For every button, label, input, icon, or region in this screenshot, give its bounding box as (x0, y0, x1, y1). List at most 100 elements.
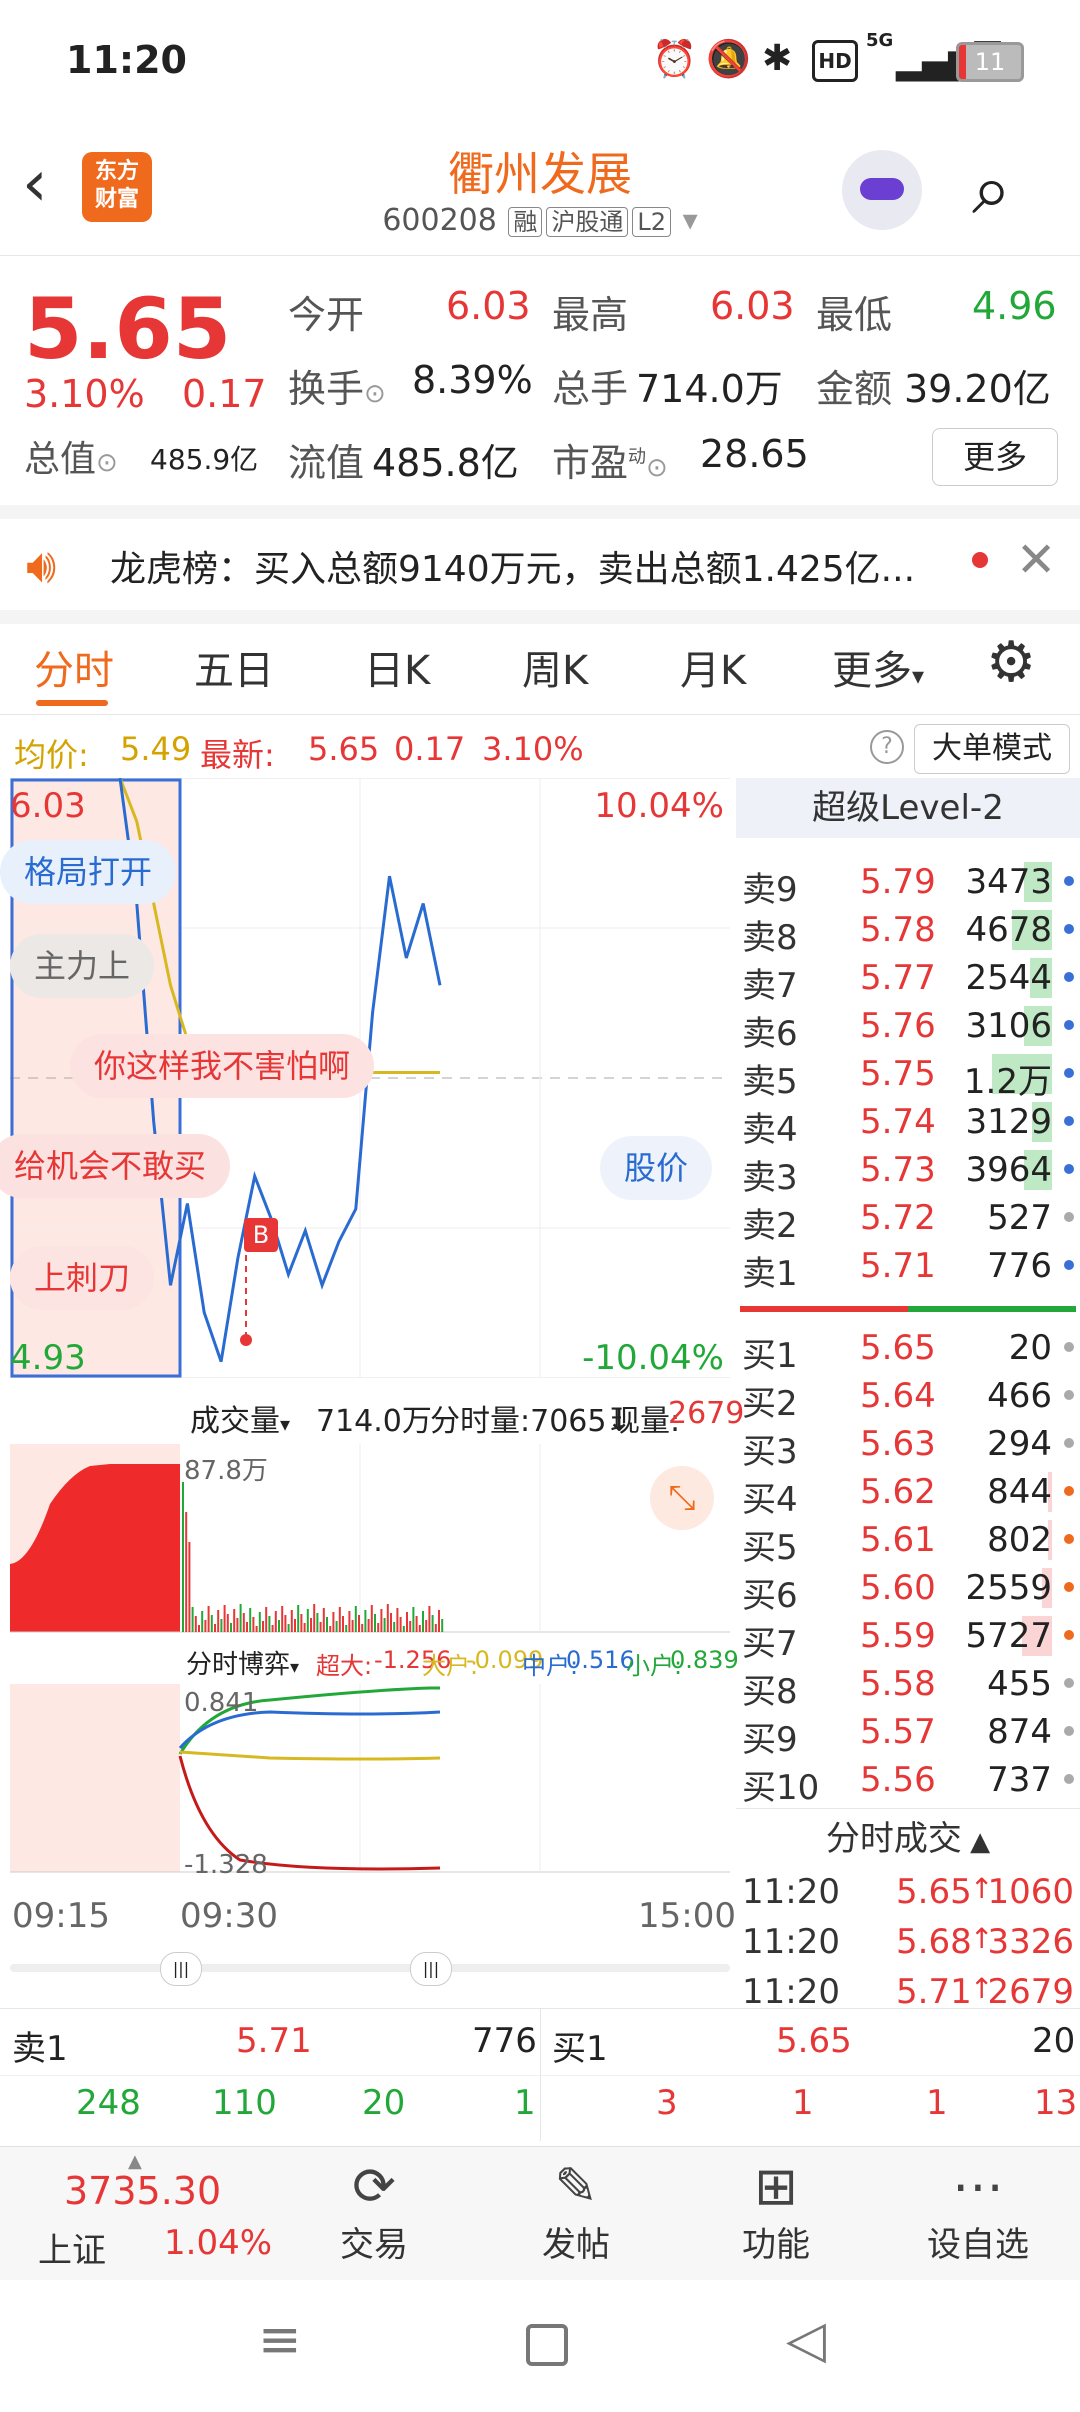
market-cap-label[interactable]: 总值⊙ (24, 430, 118, 482)
order-level-label: 买1 (742, 1336, 798, 1376)
bid-row[interactable]: 买10 5.56 737 (736, 1756, 1080, 1808)
pe-super: 动 (628, 446, 647, 468)
order-volume: 3473 (965, 862, 1052, 902)
volume-bar (274, 1611, 277, 1632)
tab-monthly-k[interactable]: 月K (680, 638, 746, 696)
time-scrollbar[interactable] (10, 1964, 730, 1972)
tab-underline (36, 700, 108, 706)
volume-bar (242, 1613, 245, 1632)
capital-game-header: 分时博弈▾ 超大: -1.256 大户: -0.099 中户: 0.516 小户… (10, 1636, 739, 1682)
ask-row[interactable]: 卖5 5.75 1.2万 (736, 1050, 1080, 1102)
order-dot (1064, 1342, 1074, 1352)
info-icon[interactable]: ⊙ (364, 379, 386, 409)
menu-icon[interactable]: ≡ (258, 2310, 302, 2370)
bid-row[interactable]: 买1 5.65 20 (736, 1324, 1080, 1376)
order-dot (1064, 1260, 1074, 1270)
comment-bubble[interactable]: 你这样我不害怕啊 (70, 1034, 375, 1098)
ask-row[interactable]: 卖7 5.77 2544 (736, 954, 1080, 1006)
tick-price: 5.71 (896, 1972, 972, 2012)
low-marker (240, 1334, 252, 1346)
dragon-tiger-banner[interactable]: 🔊︎ 龙虎榜：买入总额9140万元，卖出总额1.425亿... ✕ (0, 520, 1080, 624)
bid-row[interactable]: 买4 5.62 844 (736, 1468, 1080, 1520)
help-icon[interactable]: ? (870, 730, 904, 764)
bid-row[interactable]: 买6 5.60 2559 (736, 1564, 1080, 1616)
volume-bar (313, 1604, 316, 1632)
order-dot (1064, 1116, 1074, 1126)
ticks-title[interactable]: 分时成交 ▲ (736, 1808, 1080, 1865)
tab-five-day[interactable]: 五日 (194, 638, 274, 696)
gear-icon[interactable]: ⚙ (986, 630, 1036, 695)
dropdown-icon[interactable]: ▾ (683, 203, 698, 238)
order-level-label: 卖5 (742, 1062, 798, 1102)
robot-avatar-icon[interactable] (842, 150, 922, 230)
bid-row[interactable]: 买8 5.58 455 (736, 1660, 1080, 1712)
tab-intraday[interactable]: 分时 (34, 638, 114, 696)
order-price: 5.79 (860, 862, 936, 902)
ask-row[interactable]: 卖8 5.78 4678 (736, 906, 1080, 958)
battery-icon: 11 (956, 42, 1024, 82)
home-icon[interactable] (526, 2324, 568, 2366)
comment-bubble[interactable]: 给机会不敢买 (0, 1134, 231, 1198)
capital-game-selector[interactable]: 分时博弈▾ (186, 1644, 299, 1681)
volume-bar (306, 1609, 309, 1632)
game-top-value: 0.841 (184, 1688, 259, 1718)
volume-selector[interactable]: 成交量▾ (190, 1396, 290, 1440)
margin-tag: 融 (508, 207, 543, 237)
volume-bar (434, 1624, 437, 1632)
bid-row[interactable]: 买2 5.64 466 (736, 1372, 1080, 1424)
comment-bubble[interactable]: 上刺刀 (10, 1246, 155, 1310)
nav-add-watchlist[interactable]: ⋯ 设自选 (878, 2147, 1078, 2281)
ask-row[interactable]: 卖4 5.74 3129 (736, 1098, 1080, 1150)
caret-up-icon: ▲ (961, 1827, 991, 1857)
close-icon[interactable]: ✕ (1016, 532, 1056, 588)
level2-panel[interactable]: 超级Level-2 卖9 5.79 3473 卖8 5.78 4678 卖7 5.77 2544… (736, 778, 1080, 2012)
nav-trade[interactable]: ⟳ 交易 (274, 2147, 474, 2281)
avg-label: 均价: (14, 736, 89, 774)
bid-row[interactable]: 买7 5.59 5727 (736, 1612, 1080, 1664)
order-volume: 3106 (965, 1006, 1052, 1046)
tab-daily-k[interactable]: 日K (364, 638, 430, 696)
ask-row[interactable]: 卖9 5.79 3473 (736, 858, 1080, 910)
ask-row[interactable]: 卖6 5.76 3106 (736, 1002, 1080, 1054)
game-bottom-value: -1.328 (184, 1850, 268, 1880)
turnover-label[interactable]: 换手⊙ (288, 358, 386, 413)
pe-label[interactable]: 市盈动⊙ (552, 432, 668, 487)
tab-weekly-k[interactable]: 周K (522, 638, 588, 696)
comment-bubble[interactable]: 股价 (600, 1136, 713, 1200)
scroll-handle-right[interactable]: ||| (410, 1952, 452, 1986)
back-nav-icon[interactable]: ◁ (786, 2310, 826, 2370)
search-icon[interactable]: ⌕ (972, 148, 1011, 231)
comment-bubble[interactable]: 主力上 (10, 934, 155, 998)
bid-row[interactable]: 买5 5.61 802 (736, 1516, 1080, 1568)
ask-row[interactable]: 卖1 5.71 776 (736, 1242, 1080, 1294)
nav-functions[interactable]: ⊞ 功能 (676, 2147, 876, 2281)
info-icon[interactable]: ⊙ (646, 453, 668, 483)
buy-marker-icon[interactable]: B (244, 1218, 278, 1252)
tab-more[interactable]: 更多▾ (832, 638, 924, 696)
order-price: 5.74 (860, 1102, 936, 1142)
tick-row: 11:20 5.65 ↑ 1060 (736, 1868, 1080, 1918)
ask-row[interactable]: 卖3 5.73 3964 (736, 1146, 1080, 1198)
scroll-handle-left[interactable]: ||| (160, 1952, 202, 1986)
order-level-label: 买10 (742, 1768, 820, 1808)
volume-chart-svg (10, 1444, 730, 1633)
volume-bar (214, 1624, 216, 1632)
order-level-label: 卖8 (742, 918, 798, 958)
volume-bar (361, 1624, 364, 1632)
order-price: 5.75 (860, 1054, 936, 1094)
big-order-mode-button[interactable]: 大单模式 (914, 724, 1070, 774)
expand-icon[interactable]: ⤡ (650, 1466, 714, 1530)
index-ticker[interactable]: ▲ 3735.30 上证 1.04% (0, 2147, 272, 2281)
float-value: 485.8亿 (372, 441, 519, 485)
bid-row[interactable]: 买3 5.63 294 (736, 1420, 1080, 1472)
info-icon[interactable]: ⊙ (96, 448, 118, 478)
order-dot (1064, 1630, 1074, 1640)
nav-post[interactable]: ✎ 发帖 (476, 2147, 676, 2281)
ask-row[interactable]: 卖2 5.72 527 (736, 1194, 1080, 1246)
intraday-chart[interactable]: 6.03 10.04% 4.93 -10.04% B 格局打开 主力上 你这样我… (0, 778, 744, 1986)
more-button[interactable]: 更多 (932, 428, 1058, 486)
volume-bar (399, 1617, 402, 1632)
comment-bubble[interactable]: 格局打开 (0, 840, 177, 904)
order-price: 5.60 (860, 1568, 936, 1608)
bid-row[interactable]: 买9 5.57 874 (736, 1708, 1080, 1760)
